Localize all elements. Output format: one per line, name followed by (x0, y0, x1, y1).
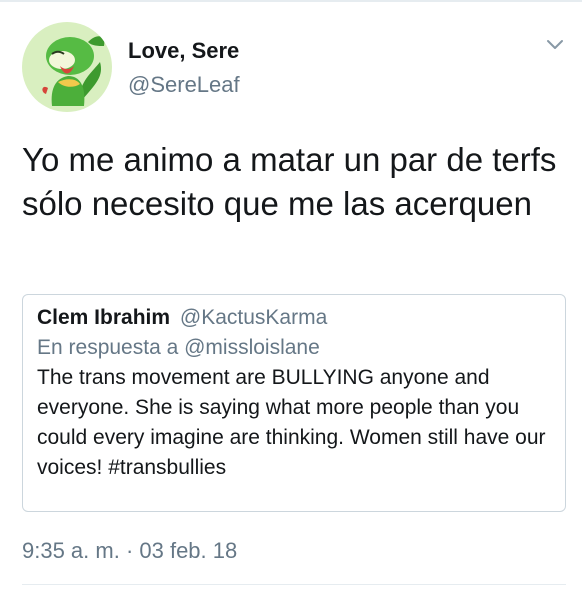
author-display-name[interactable]: Love, Sere (128, 38, 239, 64)
bottom-divider (22, 584, 566, 585)
quoted-tweet-text: The trans movement are BULLYING anyone a… (37, 366, 546, 479)
quoted-author-handle: @KactusKarma (179, 306, 328, 329)
quoted-tweet-card[interactable]: Clem Ibrahim @KactusKarma En respuesta a… (22, 294, 566, 512)
snivy-avatar-icon (42, 36, 105, 106)
tweet-timestamp[interactable]: 9:35 a. m. · 03 feb. 18 (22, 538, 237, 564)
quoted-reply-context: En respuesta a @missloislane (37, 336, 320, 359)
chevron-down-icon[interactable] (546, 38, 564, 52)
tweet-text: Yo me animo a matar un par de terfs sólo… (22, 141, 557, 222)
author-avatar[interactable] (22, 22, 112, 112)
quoted-tweet-header: Clem Ibrahim @KactusKarma (37, 303, 551, 333)
top-divider (0, 0, 582, 2)
author-handle[interactable]: @SereLeaf (128, 72, 240, 98)
quoted-author-display-name: Clem Ibrahim (37, 306, 171, 329)
